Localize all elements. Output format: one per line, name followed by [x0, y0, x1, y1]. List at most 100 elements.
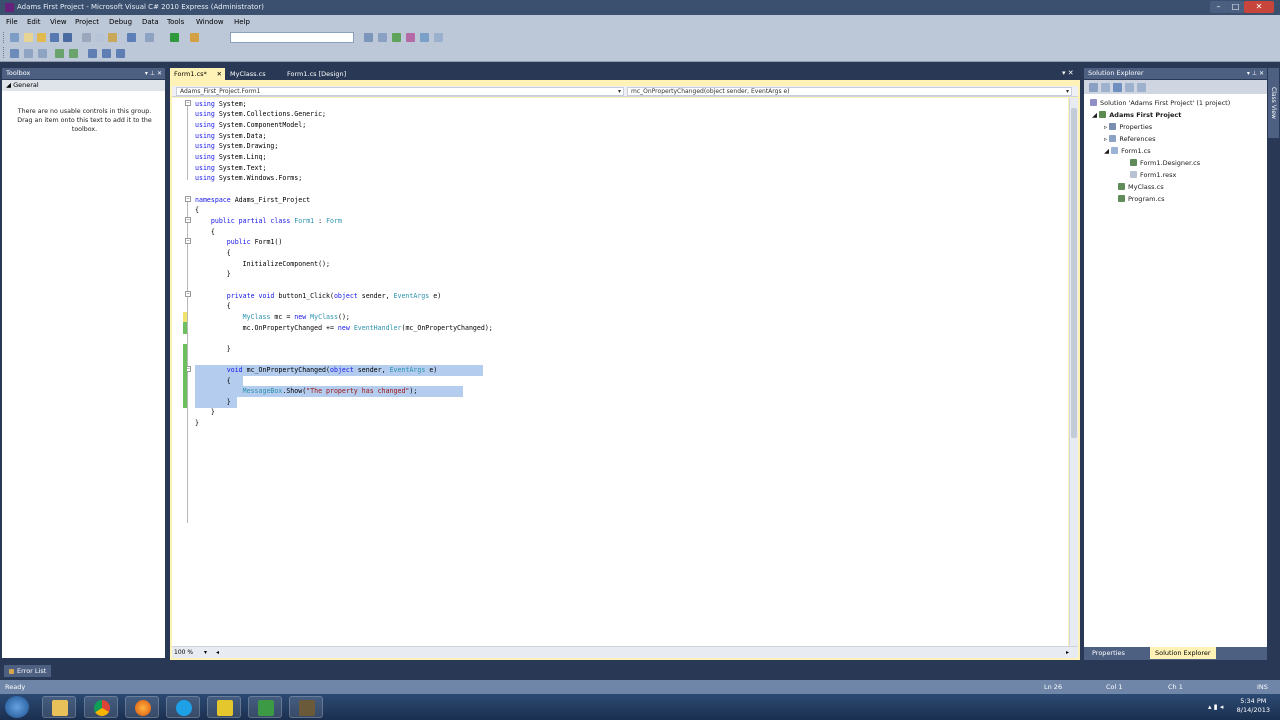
code-editor[interactable]: − − − − − − using System; using System.C… [172, 98, 1068, 646]
new-project-icon[interactable] [10, 33, 19, 42]
tab-overflow-icon[interactable]: ▾ ✕ [1062, 69, 1074, 77]
vertical-scrollbar[interactable] [1069, 98, 1078, 646]
menu-edit[interactable]: Edit [27, 15, 41, 29]
toolbox-icon[interactable] [420, 33, 429, 42]
object-browser-icon[interactable] [406, 33, 415, 42]
tree-item-properties[interactable]: ▹ Properties [1104, 122, 1152, 133]
minimize-button[interactable]: – [1210, 1, 1227, 13]
save-icon[interactable] [50, 33, 59, 42]
collapse-icon[interactable]: ◢ [6, 81, 11, 89]
clock[interactable]: 5:34 PM 8/14/2013 [1237, 697, 1270, 715]
pin-icon[interactable]: ▾ ⊥ ✕ [1247, 68, 1264, 79]
find-in-files-icon[interactable] [364, 33, 373, 42]
tree-item-program[interactable]: Program.cs [1118, 194, 1164, 205]
solution-explorer-icon[interactable] [378, 33, 387, 42]
solution-explorer-toolbar [1084, 80, 1267, 94]
collapse-region-icon[interactable]: − [185, 291, 191, 297]
error-list-tab[interactable]: Error List [4, 665, 52, 677]
scroll-left-icon[interactable]: ◂ [216, 647, 219, 658]
menu-help[interactable]: Help [234, 15, 250, 29]
member-dropdown[interactable]: mc_OnPropertyChanged(object sender, Even… [627, 87, 1072, 96]
uncomment-icon[interactable] [69, 49, 78, 58]
taskbar-tool[interactable] [289, 696, 323, 718]
expanded-icon[interactable]: ◢ [1092, 111, 1097, 119]
taskbar-app[interactable] [207, 696, 241, 718]
collapse-region-icon[interactable]: − [185, 238, 191, 244]
collapse-region-icon[interactable]: − [185, 196, 191, 202]
tree-project[interactable]: ◢ Adams First Project [1092, 110, 1181, 121]
close-button[interactable]: ✕ [1244, 1, 1274, 13]
tab-form1-cs[interactable]: Form1.cs* ✕ [170, 68, 225, 80]
tree-item-form1-designer[interactable]: Form1.Designer.cs [1130, 158, 1200, 169]
bookmark-icon[interactable] [88, 49, 97, 58]
collapse-region-icon[interactable]: − [185, 100, 191, 106]
taskbar-vcsharp[interactable] [248, 696, 282, 718]
code-line: { [195, 302, 231, 310]
tree-solution[interactable]: Solution 'Adams First Project' (1 projec… [1090, 98, 1230, 109]
taskbar-firefox[interactable] [125, 696, 159, 718]
maximize-button[interactable]: □ [1227, 1, 1244, 13]
chrome-icon [94, 700, 110, 716]
save-all-icon[interactable] [63, 33, 72, 42]
tab-solution-explorer[interactable]: Solution Explorer [1150, 647, 1216, 659]
paste-icon[interactable] [108, 33, 117, 42]
scroll-right-icon[interactable]: ▸ [1066, 647, 1069, 658]
menu-debug[interactable]: Debug [109, 15, 132, 29]
notification-icons[interactable]: ▴ ▮ ◂ [1208, 703, 1223, 711]
taskbar-skype[interactable] [166, 696, 200, 718]
start-debugging-icon[interactable] [170, 33, 179, 42]
menu-window[interactable]: Window [196, 15, 224, 29]
toolbox-group[interactable]: ◢ General [2, 80, 165, 91]
type-dropdown[interactable]: Adams_First_Project.Form1 ▾ [176, 87, 624, 96]
tab-myclass-cs[interactable]: MyClass.cs [226, 68, 278, 80]
cut-icon[interactable] [82, 33, 91, 42]
menu-file[interactable]: File [6, 15, 18, 29]
start-button[interactable] [5, 696, 29, 718]
tree-item-form1[interactable]: ◢ Form1.cs [1104, 146, 1151, 157]
indent-icon[interactable] [38, 49, 47, 58]
class-view-side-tab[interactable]: Class View [1268, 68, 1279, 138]
tab-form1-design[interactable]: Form1.cs [Design] [283, 68, 363, 80]
tool-icon [299, 700, 315, 716]
find-combo[interactable] [230, 32, 354, 43]
menu-tools[interactable]: Tools [167, 15, 184, 29]
tab-properties[interactable]: Properties [1088, 648, 1129, 659]
view-designer-icon[interactable] [1137, 83, 1146, 92]
show-all-files-icon[interactable] [1101, 83, 1110, 92]
find-icon[interactable] [190, 33, 199, 42]
properties-icon[interactable] [1089, 83, 1098, 92]
pin-icon[interactable]: ▾ ⊥ ✕ [145, 68, 162, 79]
refresh-icon[interactable] [1113, 83, 1122, 92]
redo-icon[interactable] [145, 33, 154, 42]
taskbar-explorer[interactable] [42, 696, 76, 718]
prev-bookmark-icon[interactable] [102, 49, 111, 58]
tree-item-myclass[interactable]: MyClass.cs [1118, 182, 1164, 193]
tab-label: Form1.cs [Design] [287, 70, 347, 78]
menu-data[interactable]: Data [142, 15, 159, 29]
scroll-thumb[interactable] [1071, 108, 1077, 438]
copy-icon[interactable] [95, 33, 104, 42]
taskbar-chrome[interactable] [84, 696, 118, 718]
status-bar: Ready Ln 26 Col 1 Ch 1 INS [0, 680, 1280, 694]
menu-view[interactable]: View [50, 15, 67, 29]
menu-project[interactable]: Project [75, 15, 99, 29]
expanded-icon[interactable]: ◢ [1104, 147, 1109, 155]
next-bookmark-icon[interactable] [116, 49, 125, 58]
chevron-down-icon[interactable]: ▾ [204, 647, 207, 658]
close-tab-icon[interactable]: ✕ [217, 68, 222, 80]
view-code-icon[interactable] [1125, 83, 1134, 92]
properties-icon[interactable] [392, 33, 401, 42]
zoom-combo[interactable]: 100 % [174, 647, 193, 658]
tree-item-form1-resx[interactable]: Form1.resx [1130, 170, 1176, 181]
collapse-region-icon[interactable]: − [185, 217, 191, 223]
start-page-icon[interactable] [434, 33, 443, 42]
outdent-icon[interactable] [24, 49, 33, 58]
expand-icon[interactable]: ▹ [1104, 135, 1107, 143]
format-icon[interactable] [10, 49, 19, 58]
undo-icon[interactable] [127, 33, 136, 42]
comment-icon[interactable] [55, 49, 64, 58]
new-file-icon[interactable] [24, 33, 33, 42]
open-folder-icon[interactable] [37, 33, 46, 42]
expand-icon[interactable]: ▹ [1104, 123, 1107, 131]
tree-item-references[interactable]: ▹ References [1104, 134, 1155, 145]
